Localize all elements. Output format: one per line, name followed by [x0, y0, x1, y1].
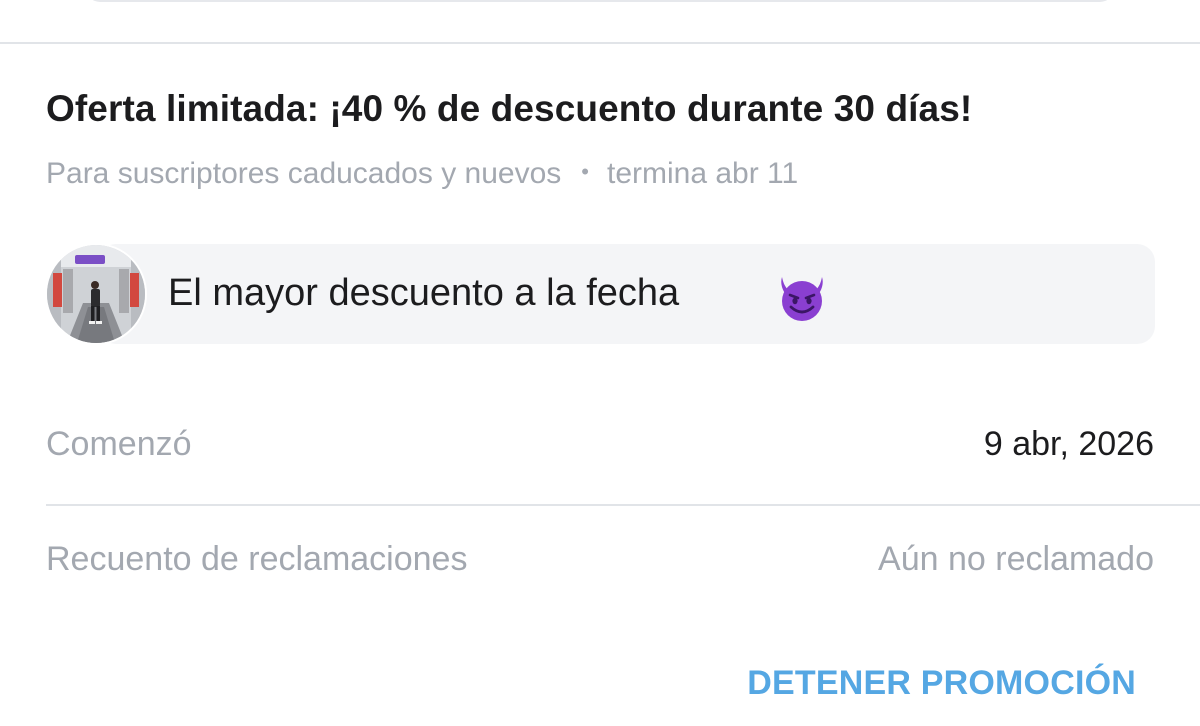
claims-count-value: Aún no reclamado [878, 540, 1154, 578]
promo-message-text: El mayor descuento a la fecha [168, 272, 680, 314]
row-divider [46, 504, 1200, 506]
section-divider [0, 42, 1200, 44]
started-label: Comenzó [46, 425, 192, 463]
offer-audience: Para suscriptores caducados y nuevos [46, 157, 562, 190]
promotion-detail-screen: Oferta limitada: ¡40 % de descuento dura… [0, 0, 1200, 726]
offer-subtitle: Para suscriptores caducados y nuevos • ter… [46, 157, 798, 191]
avatar-photo [47, 245, 145, 343]
offer-end-date: termina abr 11 [606, 157, 799, 190]
smiling-face-with-horns-icon [781, 277, 823, 321]
started-value: 9 abr, 2026 [983, 425, 1154, 463]
claims-count-label: Recuento de reclamaciones [46, 540, 468, 578]
avatar [45, 243, 147, 345]
offer-title: Oferta limitada: ¡40 % de descuento dura… [46, 88, 973, 129]
separator-dot: • [581, 159, 589, 184]
stop-promotion-button[interactable]: DETENER PROMOCIÓN [747, 664, 1136, 703]
previous-card-edge [86, 0, 1114, 2]
